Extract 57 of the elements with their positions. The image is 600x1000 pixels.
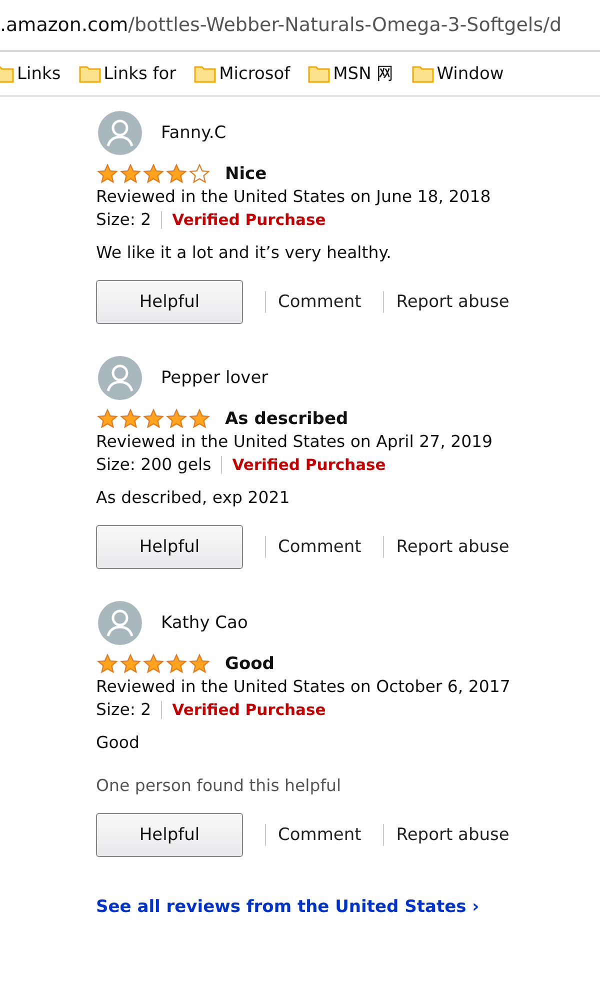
bookmark-item[interactable]: Links for xyxy=(78,64,176,84)
review-date: Reviewed in the United States on October 6, 2017 xyxy=(96,677,512,696)
reviewer-name: Kathy Cao xyxy=(161,613,248,633)
review-text: We like it a lot and it’s very healthy. xyxy=(96,243,392,262)
bookmark-item[interactable]: Microsof xyxy=(194,64,290,84)
review-title: As described xyxy=(225,409,348,429)
report-abuse-link[interactable]: Report abuse xyxy=(396,825,510,845)
filled-star-icon xyxy=(142,163,165,185)
report-abuse-link[interactable]: Report abuse xyxy=(396,537,510,557)
size-label: Size: 2 xyxy=(96,700,152,719)
comment-link[interactable]: Comment xyxy=(278,292,362,312)
review-date: Reviewed in the United States on April 27, 2019 xyxy=(96,432,494,451)
address-host: .amazon.com xyxy=(0,14,128,36)
helpful-button[interactable]: Helpful xyxy=(96,525,243,569)
folder-icon xyxy=(78,64,101,82)
reviewer-name: Pepper lover xyxy=(161,368,268,388)
bookmark-item[interactable]: MSN 网 xyxy=(308,62,394,85)
filled-star-icon xyxy=(96,653,119,675)
review-title: Nice xyxy=(225,164,267,184)
bookmark-item[interactable]: Links xyxy=(0,64,61,84)
address-path: /bottles-Webber-Naturals-Omega-3-Softgels/d xyxy=(128,14,562,36)
folder-icon xyxy=(194,64,216,82)
comment-link[interactable]: Comment xyxy=(278,825,362,845)
review-text: As described, exp 2021 xyxy=(96,488,291,507)
size-label: Size: 200 gels xyxy=(96,455,212,474)
see-all-reviews-link[interactable]: See all reviews from the United States › xyxy=(96,897,480,917)
filled-star-icon xyxy=(96,163,119,185)
size-label: Size: 2 xyxy=(96,210,152,229)
bookmark-item[interactable]: Window xyxy=(412,64,504,84)
filled-star-icon xyxy=(165,408,188,430)
folder-icon xyxy=(308,64,330,82)
filled-star-icon xyxy=(119,408,142,430)
filled-star-icon xyxy=(188,408,211,430)
avatar-icon xyxy=(98,356,142,400)
report-abuse-link[interactable]: Report abuse xyxy=(396,292,510,312)
filled-star-icon xyxy=(165,163,188,185)
helpful-button[interactable]: Helpful xyxy=(96,813,243,857)
filled-star-icon xyxy=(119,653,142,675)
filled-star-icon xyxy=(119,163,142,185)
filled-star-icon xyxy=(188,653,211,675)
helpful-button[interactable]: Helpful xyxy=(96,280,243,324)
filled-star-icon xyxy=(142,653,165,675)
filled-star-icon xyxy=(165,653,188,675)
review-date: Reviewed in the United States on June 18, 2018 xyxy=(96,187,492,206)
comment-link[interactable]: Comment xyxy=(278,537,362,557)
folder-icon xyxy=(412,64,434,82)
verified-purchase-label: Verified Purchase xyxy=(172,210,326,228)
verified-purchase-label: Verified Purchase xyxy=(232,456,386,474)
verified-purchase-label: Verified Purchase xyxy=(172,700,326,718)
filled-star-icon xyxy=(96,408,119,430)
review-text: Good xyxy=(96,733,140,752)
avatar-icon xyxy=(98,111,142,155)
avatar-icon xyxy=(98,601,142,645)
reviewer-name: Fanny.C xyxy=(161,123,226,143)
filled-star-icon xyxy=(142,408,165,430)
review-title: Good xyxy=(225,654,274,674)
helpful-count: One person found this helpful xyxy=(96,776,342,795)
